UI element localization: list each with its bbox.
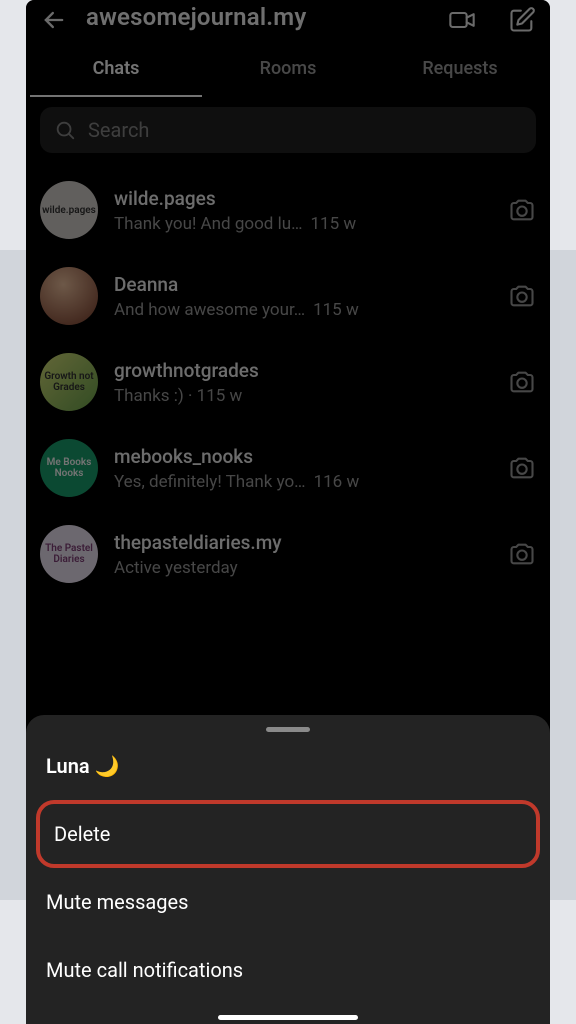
app-frame: awesomejournal.my Chats Rooms Requests S… (26, 0, 550, 1024)
chat-username: mebooks_nooks (114, 445, 492, 468)
chat-username: wilde.pages (114, 187, 492, 210)
video-call-icon[interactable] (448, 6, 476, 34)
chat-username: growthnotgrades (114, 359, 492, 382)
camera-icon[interactable] (508, 454, 536, 482)
chat-row[interactable]: Me Books Nooks mebooks_nooks Yes, defini… (26, 425, 550, 511)
search-input[interactable]: Search (40, 107, 536, 153)
avatar: Me Books Nooks (40, 439, 98, 497)
tab-chats[interactable]: Chats (30, 44, 202, 97)
chat-row[interactable]: Deanna And how awesome your… 115 w (26, 253, 550, 339)
drag-handle-icon[interactable] (266, 727, 310, 732)
avatar: wilde.pages (40, 181, 98, 239)
chat-username: Deanna (114, 273, 492, 296)
chat-preview: And how awesome your… 115 w (114, 300, 492, 320)
option-delete[interactable]: Delete (36, 800, 540, 868)
compose-icon[interactable] (508, 6, 536, 34)
bottom-sheet: Luna 🌙 Delete Mute messages Mute call no… (26, 715, 550, 1024)
option-mute-messages[interactable]: Mute messages (26, 868, 550, 936)
sheet-title: Luna 🌙 (26, 754, 550, 800)
chat-list: wilde.pages wilde.pages Thank you! And g… (26, 167, 550, 597)
avatar: The Pastel Diaries (40, 525, 98, 583)
back-icon[interactable] (40, 6, 68, 34)
home-indicator[interactable] (218, 1015, 358, 1020)
tabs: Chats Rooms Requests (26, 44, 550, 97)
camera-icon[interactable] (508, 282, 536, 310)
camera-icon[interactable] (508, 196, 536, 224)
chat-row[interactable]: Growth not Grades growthnotgrades Thanks… (26, 339, 550, 425)
chat-row[interactable]: The Pastel Diaries thepasteldiaries.my A… (26, 511, 550, 597)
chat-username: thepasteldiaries.my (114, 531, 492, 554)
search-icon (54, 119, 76, 141)
chat-row[interactable]: wilde.pages wilde.pages Thank you! And g… (26, 167, 550, 253)
camera-icon[interactable] (508, 368, 536, 396)
tab-requests[interactable]: Requests (374, 44, 546, 97)
avatar: Growth not Grades (40, 353, 98, 411)
avatar (40, 267, 98, 325)
page-title[interactable]: awesomejournal.my (86, 3, 416, 31)
option-mute-calls[interactable]: Mute call notifications (26, 936, 550, 1004)
chat-preview: Yes, definitely! Thank yo… 116 w (114, 472, 492, 492)
header: awesomejournal.my (26, 0, 550, 44)
search-placeholder: Search (88, 118, 149, 142)
tab-rooms[interactable]: Rooms (202, 44, 374, 97)
chat-preview: Active yesterday (114, 558, 492, 578)
chat-preview: Thanks :) · 115 w (114, 386, 492, 406)
camera-icon[interactable] (508, 540, 536, 568)
chat-preview: Thank you! And good lu… 115 w (114, 214, 492, 234)
